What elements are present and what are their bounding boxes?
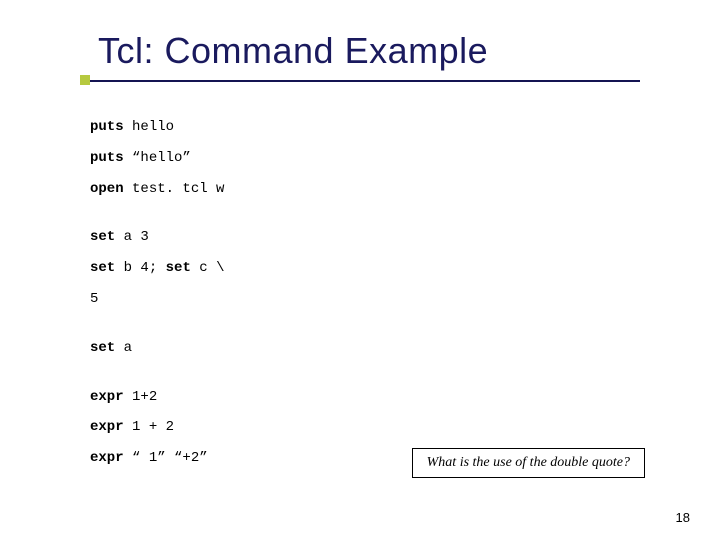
code-line-3: open test. tcl w bbox=[90, 174, 640, 205]
keyword-set: set bbox=[90, 260, 115, 276]
keyword-puts: puts bbox=[90, 119, 124, 135]
callout-box: What is the use of the double quote? bbox=[412, 448, 645, 478]
keyword-set: set bbox=[166, 260, 191, 276]
code-line-7: set a bbox=[90, 333, 640, 364]
code-text: c \ bbox=[191, 260, 225, 276]
code-line-9: expr 1 + 2 bbox=[90, 412, 640, 443]
code-block: puts hello puts “hello” open test. tcl w… bbox=[90, 112, 640, 474]
code-line-4: set a 3 bbox=[90, 222, 640, 253]
code-text: 1 + 2 bbox=[124, 419, 174, 435]
title-row: Tcl: Command Example bbox=[80, 30, 640, 72]
code-gap bbox=[90, 204, 640, 222]
keyword-open: open bbox=[90, 181, 124, 197]
code-gap bbox=[90, 364, 640, 382]
slide-title: Tcl: Command Example bbox=[98, 30, 488, 72]
bullet-square-icon bbox=[80, 75, 90, 85]
code-text: 1+2 bbox=[124, 389, 158, 405]
keyword-set: set bbox=[90, 340, 115, 356]
keyword-set: set bbox=[90, 229, 115, 245]
code-line-1: puts hello bbox=[90, 112, 640, 143]
keyword-expr: expr bbox=[90, 389, 124, 405]
keyword-expr: expr bbox=[90, 419, 124, 435]
code-text: a bbox=[115, 340, 132, 356]
slide-container: Tcl: Command Example puts hello puts “he… bbox=[0, 0, 720, 540]
code-gap bbox=[90, 315, 640, 333]
code-text: “ 1” “+2” bbox=[124, 450, 208, 466]
keyword-expr: expr bbox=[90, 450, 124, 466]
callout-text: What is the use of the double quote? bbox=[427, 455, 630, 470]
code-text: “hello” bbox=[124, 150, 191, 166]
code-line-8: expr 1+2 bbox=[90, 382, 640, 413]
code-text: test. tcl w bbox=[124, 181, 225, 197]
code-text: a 3 bbox=[115, 229, 149, 245]
code-text: b 4; bbox=[115, 260, 165, 276]
code-line-2: puts “hello” bbox=[90, 143, 640, 174]
code-line-5: set b 4; set c \ bbox=[90, 253, 640, 284]
code-line-6: 5 bbox=[90, 284, 640, 315]
code-text: hello bbox=[124, 119, 174, 135]
title-underline bbox=[80, 80, 640, 82]
page-number: 18 bbox=[676, 510, 690, 525]
keyword-puts: puts bbox=[90, 150, 124, 166]
